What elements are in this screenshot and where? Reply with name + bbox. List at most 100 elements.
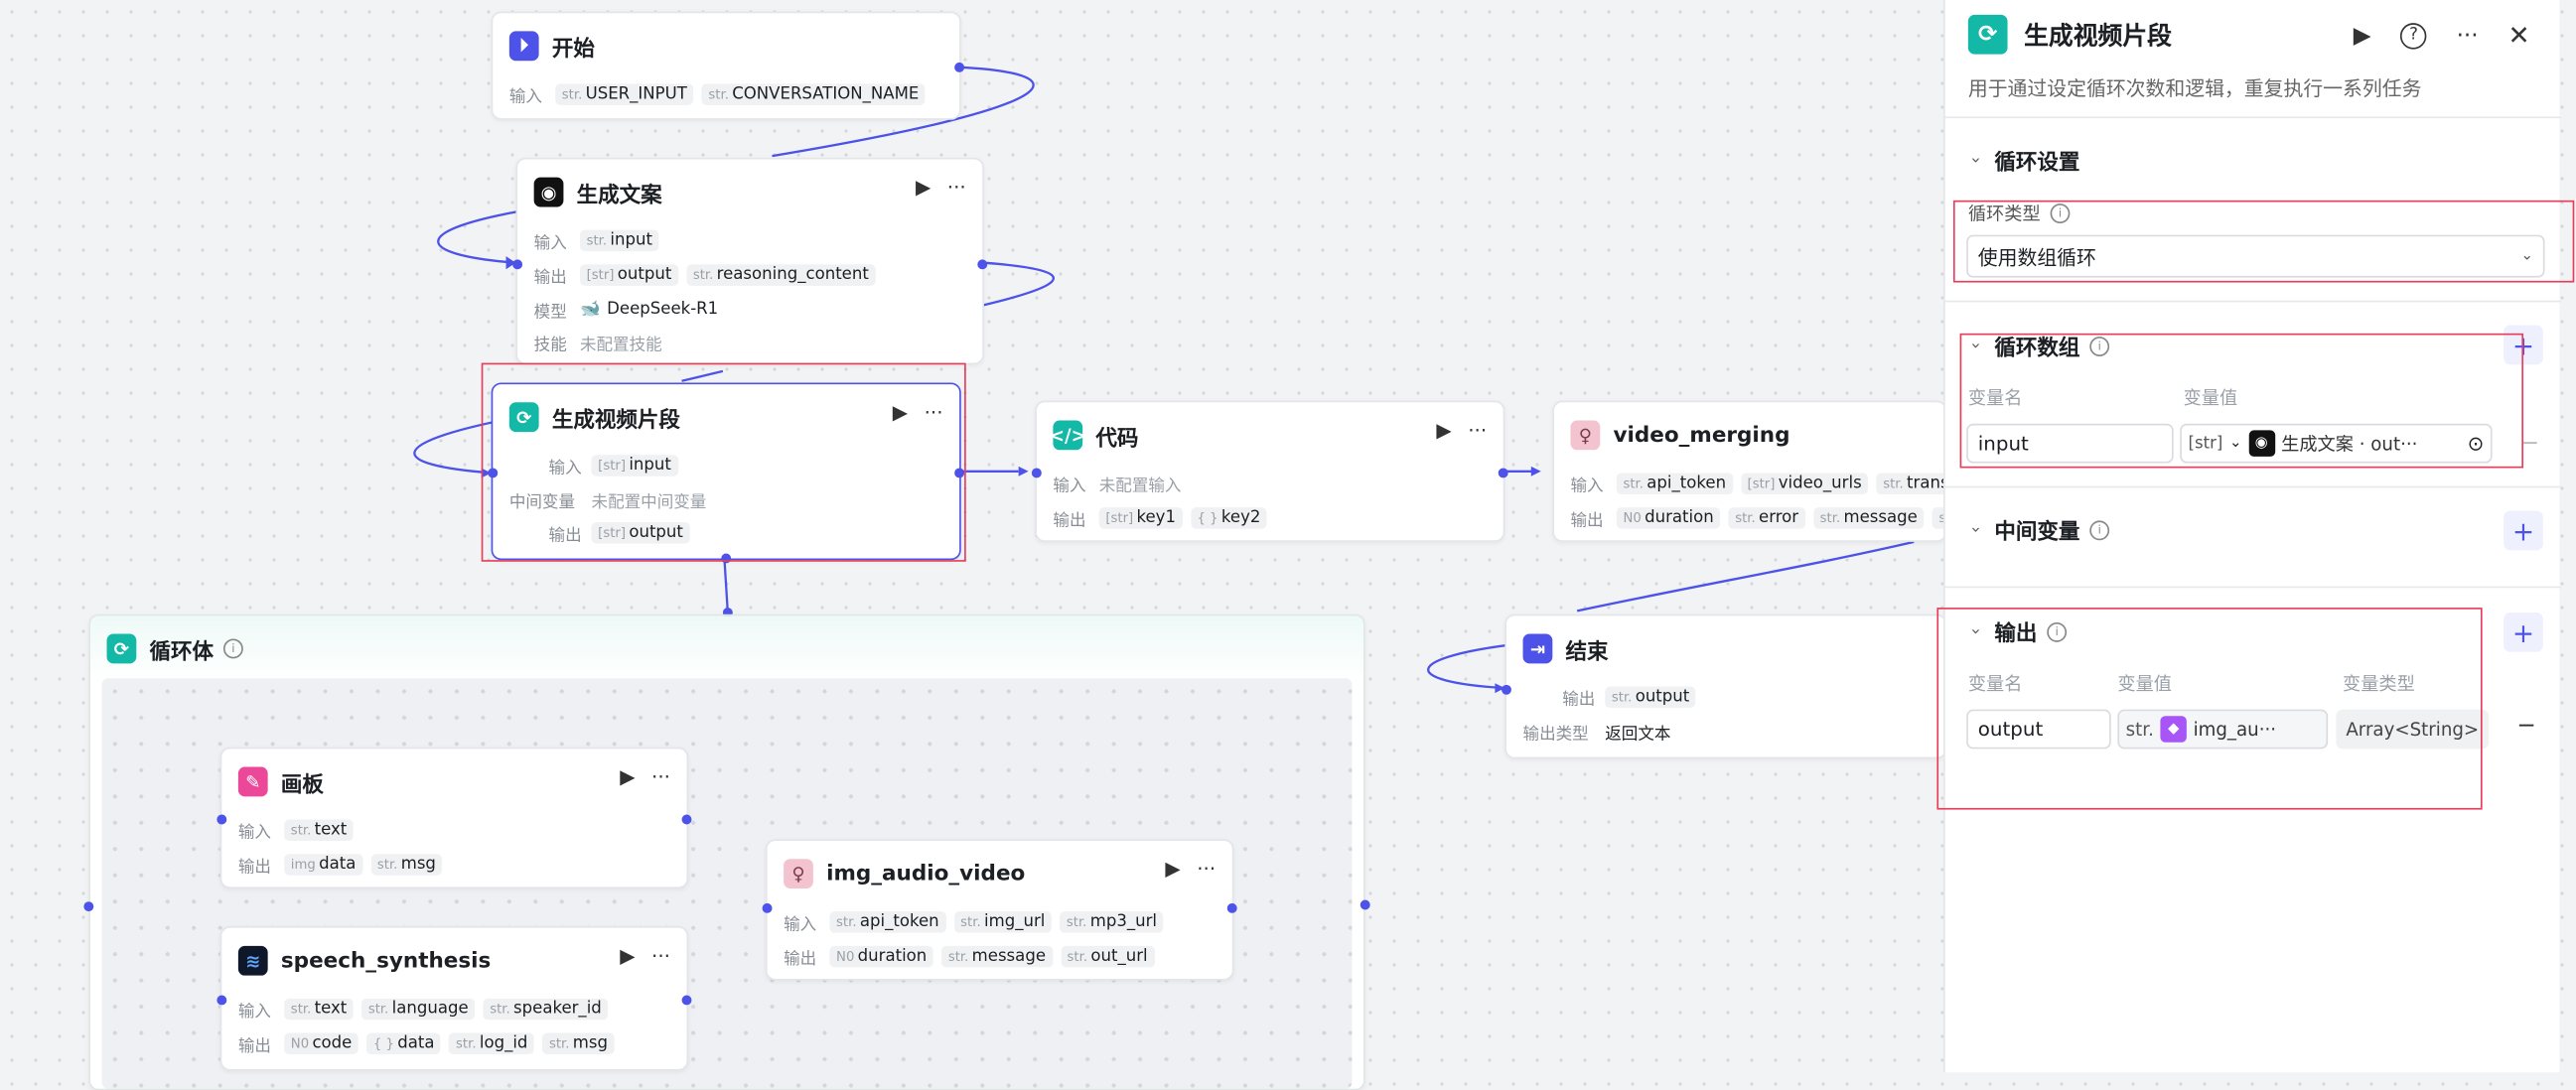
var-tag: str. message [941,945,1053,967]
node-title: 开始 [551,37,595,63]
var-tag: str. msg [542,1031,615,1054]
code-icon: </> [1050,420,1086,451]
output-label: 输出 [784,950,817,969]
var-tag: [str] video_urls [1740,472,1869,494]
node-title: img_audio_video [826,861,1026,886]
more-icon[interactable]: ··· [651,944,670,967]
var-tag: str. log_id [449,1031,535,1054]
output-port[interactable] [1226,902,1237,913]
output-port[interactable] [977,259,988,270]
code-node[interactable]: </> 代码 ▶ ··· 输入 未配置输入 输出 [str] key1 { } key2 [1031,400,1508,542]
node-title: 画板 [280,772,324,798]
more-icon[interactable]: ··· [1197,858,1216,881]
run-icon[interactable]: ▶ [916,176,930,199]
run-icon[interactable]: ▶ [1165,858,1180,881]
output-type-label: 输出类型 [1522,725,1589,744]
end-node[interactable]: ⇥ 结束 输出 str. output 输出类型 返回文本 [1502,613,1947,759]
var-tag: str. USER_INPUT [555,82,694,105]
var-tag: str. input [579,228,659,251]
var-tag: str. mp3_url [1060,910,1164,932]
loop-icon: ⟳ [1967,14,2008,55]
canvas-icon: ✎ [237,766,268,797]
more-icon[interactable]: ··· [1468,419,1487,442]
node-title: 代码 [1095,426,1139,452]
var-tag: str. msg [370,853,443,875]
var-tag: img data [284,853,362,875]
more-icon[interactable]: ··· [651,765,670,788]
var-tag: str. text [284,818,354,841]
more-icon[interactable]: ··· [947,176,966,199]
input-port[interactable] [762,902,773,913]
speech-synthesis-node[interactable]: ≋ speech_synthesis ▶ ··· 输入 str. text str. l… [216,926,692,1071]
var-tag: str. speaker_id [483,997,609,1020]
output-port[interactable] [954,62,965,72]
input-label: 输入 [1053,477,1086,495]
highlight-box [1952,200,2575,283]
model-name: DeepSeek-R1 [607,299,719,319]
var-tag: str. out_url [1060,945,1155,967]
output-port[interactable] [681,995,692,1006]
input-label: 输入 [1570,477,1604,495]
input-label: 输入 [533,233,567,252]
add-mid-var-button[interactable]: + [2504,510,2543,551]
model-label: 模型 [533,303,567,322]
loop-start-port[interactable] [83,901,94,912]
help-icon[interactable]: ? [2400,22,2427,49]
input-port[interactable] [216,814,227,825]
panel-description: 用于通过设定循环次数和逻辑，重复执行一系列任务 [1967,76,2422,100]
input-label: 输入 [508,87,542,106]
avatar-icon: ♀ [784,859,813,888]
skill-label: 技能 [533,336,567,354]
run-icon[interactable]: ▶ [620,944,635,967]
close-icon[interactable]: ✕ [2507,20,2529,51]
img-audio-video-node[interactable]: ♀ img_audio_video ▶ ··· 输入 str. api_token s… [762,839,1237,981]
var-tag: [str] output [579,263,678,286]
run-icon[interactable]: ▶ [1436,419,1451,442]
input-label: 输入 [784,915,817,934]
canvas-node[interactable]: ✎ 画板 ▶ ··· 输入 str. text 输出 img data str. msg [216,747,692,888]
input-port[interactable] [1502,684,1511,695]
output-port[interactable] [681,814,692,825]
var-tag: str. api_token [829,910,946,932]
var-tag: [str] key1 [1098,506,1183,528]
var-tag: str. error [1728,506,1805,528]
remove-icon[interactable]: − [2516,713,2535,739]
var-tag: str. message [1813,506,1925,528]
input-port[interactable] [216,995,227,1006]
node-title: 结束 [1565,639,1609,665]
output-type-value: 返回文本 [1605,725,1671,744]
info-icon: i [223,638,243,659]
var-tag: str. img_url [953,910,1052,932]
start-icon: ⏵ [508,31,539,62]
chevron-down-icon[interactable]: › [1965,526,1983,533]
avatar-icon: ♀ [1570,420,1601,451]
config-panel: ⟳ 生成视频片段 ▶ ? ··· ✕ 用于通过设定循环次数和逻辑，重复执行一系列… [1936,0,2575,1073]
section-title: 循环设置 [1994,151,2080,177]
var-tag: str. CONVERSATION_NAME [701,82,926,105]
var-tag: { } key2 [1190,506,1268,528]
input-value: 未配置输入 [1098,477,1182,495]
video-merging-node[interactable]: ♀ video_merging 输入 str. api_token [str] vid… [1552,400,1947,542]
output-port[interactable] [1498,468,1508,478]
input-port[interactable] [512,259,523,270]
chevron-down-icon[interactable]: › [1965,157,1983,164]
run-icon[interactable]: ▶ [620,765,635,788]
whale-icon: 🐋 [579,299,601,319]
start-node[interactable]: ⏵ 开始 输入 str. USER_INPUT str. CONVERSATION_N… [491,11,965,120]
node-title: video_merging [1613,422,1790,448]
input-port[interactable] [1031,468,1042,478]
wave-icon: ≋ [237,945,268,976]
node-title: 生成文案 [576,183,662,208]
output-label: 输出 [1053,511,1086,530]
more-icon[interactable]: ··· [2457,22,2479,48]
highlight-box [1936,608,2483,810]
var-tag: { } data [366,1031,442,1054]
add-output-button[interactable]: + [2504,613,2543,652]
run-icon[interactable]: ▶ [2354,22,2371,48]
loop-end-port[interactable] [1360,899,1370,910]
output-label: 输出 [237,858,271,877]
panel-title: 生成视频片段 [2024,20,2173,51]
output-label: 输出 [1570,511,1604,530]
node-title: 循环体 [149,639,215,665]
gen-copy-node[interactable]: ◉ 生成文案 ▶ ··· 输入 str. input 输出 [str] output s… [512,157,988,365]
